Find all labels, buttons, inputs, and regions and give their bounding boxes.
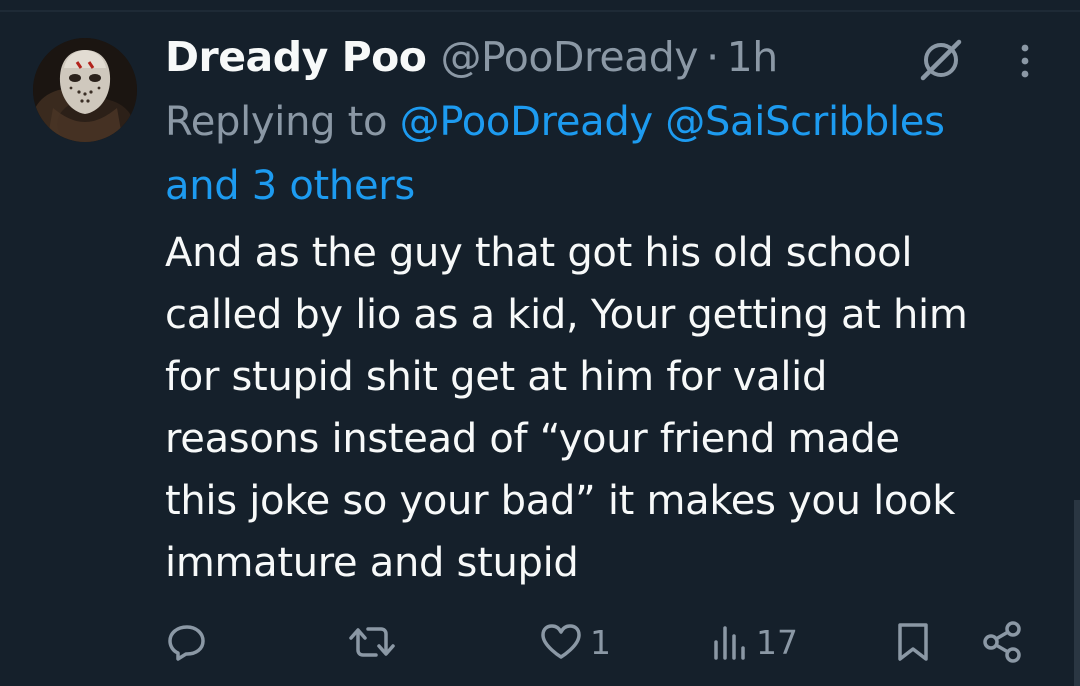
avatar-image (33, 38, 137, 142)
timestamp[interactable]: 1h (727, 33, 779, 81)
views-count: 17 (756, 622, 798, 662)
replying-to-label: Replying to (165, 99, 400, 145)
repost-button[interactable] (348, 612, 396, 672)
tweet[interactable]: Dready Poo @PooDready · 1h Replying to @… (0, 0, 1080, 686)
divider (0, 10, 1080, 12)
bookmark-button[interactable] (893, 612, 933, 672)
like-count: 1 (590, 622, 611, 662)
views-button[interactable]: 17 (710, 612, 798, 672)
scrollbar[interactable] (1074, 500, 1080, 686)
user-handle[interactable]: @PooDready (440, 33, 698, 81)
display-name[interactable]: Dready Poo (165, 33, 427, 81)
tweet-header: Dready Poo @PooDready · 1h (165, 32, 778, 82)
action-bar: 1 17 (0, 612, 1080, 672)
reply-button[interactable] (165, 612, 209, 672)
mention-poodready[interactable]: @PooDready (400, 99, 654, 145)
bookmark-icon (898, 623, 928, 661)
views-icon (714, 626, 745, 660)
separator-dot: · (706, 33, 719, 81)
grok-icon[interactable] (917, 36, 965, 84)
tweet-text: And as the guy that got his old school c… (165, 230, 968, 586)
repost-icon (349, 627, 395, 657)
avatar[interactable] (33, 38, 137, 142)
share-button[interactable] (980, 612, 1026, 672)
share-icon (983, 621, 1021, 663)
replying-to: Replying to @PooDready @SaiScribbles and … (165, 90, 1065, 218)
like-button[interactable]: 1 (538, 612, 611, 672)
mention-saiscribbles[interactable]: @SaiScribbles (665, 99, 945, 145)
heart-icon (541, 624, 581, 659)
reply-icon (168, 625, 205, 661)
mention-others[interactable]: and 3 others (165, 163, 415, 209)
more-icon[interactable] (1010, 40, 1040, 82)
